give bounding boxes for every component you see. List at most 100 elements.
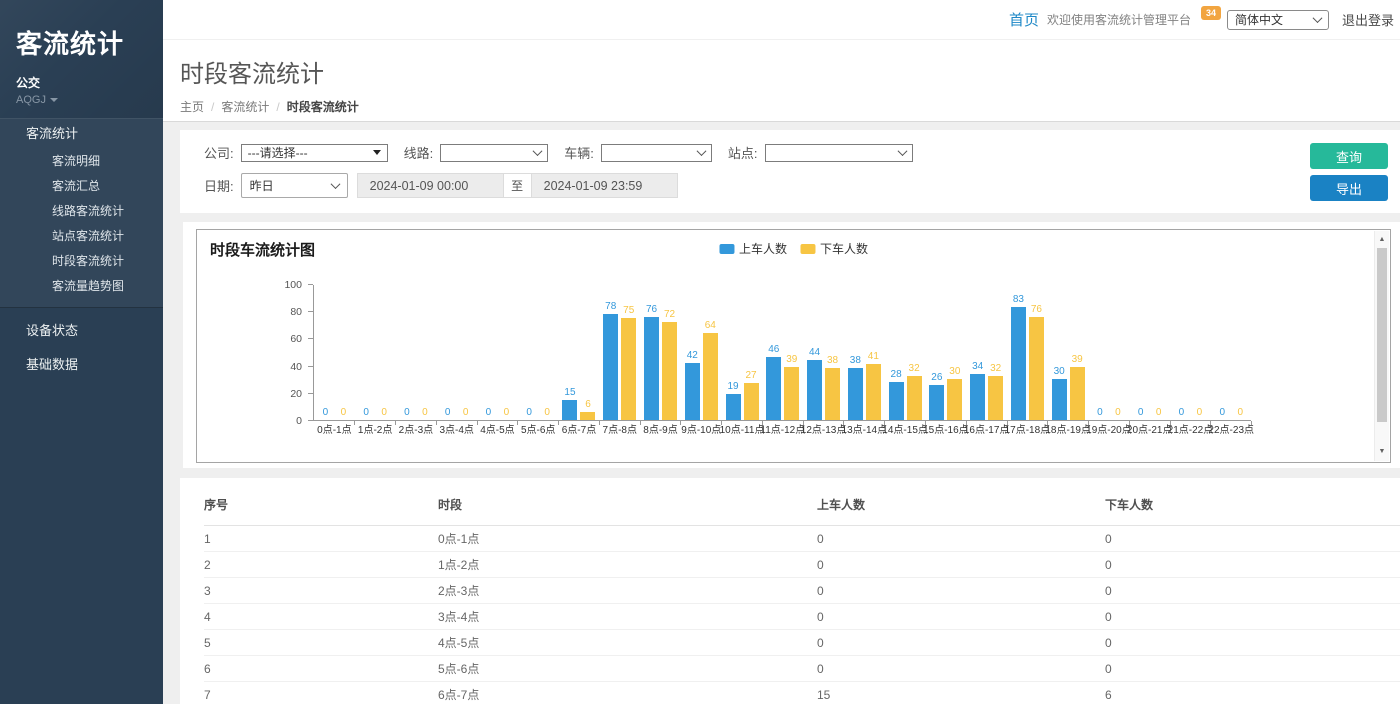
bar-下车人数[interactable]: 64 [703, 333, 718, 420]
scrollbar-up-arrow[interactable]: ▲ [1375, 233, 1389, 247]
bar-group: 002点-3点 [396, 285, 437, 420]
table-cell: 4点-5点 [438, 630, 817, 656]
bar-下车人数[interactable]: 6 [580, 412, 595, 420]
breadcrumb-passenger-stats[interactable]: 客流统计 [221, 98, 269, 115]
bar-上车人数[interactable]: 83 [1011, 307, 1026, 420]
bar-上车人数[interactable]: 28 [889, 382, 904, 420]
chart-y-axis: 020406080100 [197, 285, 313, 421]
col-header-boarding: 上车人数 [817, 494, 1105, 526]
bar-上车人数[interactable]: 19 [726, 394, 741, 420]
vehicle-select[interactable] [601, 144, 712, 162]
bar-group: 263015点-16点 [925, 285, 966, 420]
table-cell: 0点-1点 [438, 526, 817, 552]
scrollbar-down-arrow[interactable]: ▼ [1375, 445, 1389, 459]
sidebar-item-passenger-stats[interactable]: 客流统计 [0, 119, 163, 149]
bar-上车人数[interactable]: 15 [562, 400, 577, 420]
bar-上车人数[interactable]: 38 [848, 368, 863, 420]
bar-下车人数[interactable]: 38 [825, 368, 840, 420]
bar-下车人数[interactable]: 72 [662, 322, 677, 420]
bar-value-label: 0 [544, 407, 550, 418]
org-code-dropdown[interactable]: AQGJ [16, 94, 163, 106]
bar-上车人数[interactable]: 44 [807, 360, 822, 420]
bar-下车人数[interactable]: 30 [947, 379, 962, 420]
bar-下车人数[interactable]: 32 [907, 376, 922, 420]
company-select[interactable]: ---请选择--- [241, 144, 388, 162]
bar-group: 837617点-18点 [1007, 285, 1048, 420]
bar-下车人数[interactable]: 39 [1070, 367, 1085, 420]
bar-下车人数[interactable]: 75 [621, 318, 636, 420]
bar-value-label: 19 [727, 381, 738, 392]
legend-item[interactable]: 上车人数 [719, 240, 787, 257]
x-tick-label: 17点-18点 [1005, 421, 1051, 436]
date-label: 日期: [204, 176, 234, 195]
bar-value-label: 44 [809, 347, 820, 358]
bar-下车人数[interactable]: 39 [784, 367, 799, 420]
table-cell: 0 [817, 578, 1105, 604]
table-cell: 0 [817, 552, 1105, 578]
page-head: 时段客流统计 主页 / 客流统计 / 时段客流统计 [163, 40, 1400, 122]
notification-badge[interactable]: 34 [1201, 6, 1221, 20]
table-row: 43点-4点00 [204, 604, 1400, 630]
date-start-input[interactable]: 2024-01-09 00:00 [357, 173, 504, 198]
filter-row-1: 公司: ---请选择--- 线路: 车辆: 站点: [204, 143, 1400, 162]
bar-value-label: 6 [585, 399, 591, 410]
sidebar-subitem[interactable]: 时段客流统计 [0, 249, 163, 274]
breadcrumb: 主页 / 客流统计 / 时段客流统计 [180, 98, 1400, 115]
bar-下车人数[interactable]: 41 [866, 364, 881, 420]
bar-上车人数[interactable]: 30 [1052, 379, 1067, 420]
table-cell: 0 [817, 604, 1105, 630]
date-preset-select[interactable]: 昨日 [241, 173, 348, 198]
bar-value-label: 0 [1138, 407, 1144, 418]
top-nav: 首页 欢迎使用客流统计管理平台 34 简体中文 退出登录 [163, 0, 1400, 40]
bar-group: 004点-5点 [477, 285, 518, 420]
page-title: 时段客流统计 [180, 54, 1400, 89]
bar-上车人数[interactable]: 46 [766, 357, 781, 420]
chart-panel: 时段车流统计图 上车人数下车人数 020406080100 000点-1点001… [183, 222, 1400, 468]
x-tick-label: 15点-16点 [923, 421, 969, 436]
caret-down-icon [50, 98, 58, 102]
bar-下车人数[interactable]: 32 [988, 376, 1003, 420]
org-name: 公交 [16, 74, 163, 91]
sidebar-item-device-status[interactable]: 设备状态 [0, 314, 163, 348]
breadcrumb-current: 时段客流统计 [287, 98, 359, 115]
sidebar-subitem[interactable]: 线路客流统计 [0, 199, 163, 224]
chart-plot-area: 000点-1点001点-2点002点-3点003点-4点004点-5点005点-… [313, 285, 1251, 421]
bar-上车人数[interactable]: 26 [929, 385, 944, 420]
bar-下车人数[interactable]: 27 [744, 383, 759, 420]
table-cell: 0 [1105, 578, 1400, 604]
sidebar-subitem[interactable]: 站点客流统计 [0, 224, 163, 249]
chevron-down-icon [330, 179, 340, 189]
station-select[interactable] [765, 144, 913, 162]
triangle-down-icon [373, 150, 381, 155]
chevron-down-icon [533, 146, 543, 156]
sidebar-subitem[interactable]: 客流明细 [0, 149, 163, 174]
sidebar-subitem[interactable]: 客流量趋势图 [0, 274, 163, 299]
date-end-input[interactable]: 2024-01-09 23:59 [531, 173, 678, 198]
bar-上车人数[interactable]: 34 [970, 374, 985, 420]
logout-link[interactable]: 退出登录 [1342, 10, 1394, 29]
export-button[interactable]: 导出 [1310, 175, 1388, 201]
language-select[interactable]: 简体中文 [1227, 10, 1329, 30]
sidebar-subitem[interactable]: 客流汇总 [0, 174, 163, 199]
x-tick-label: 21点-22点 [1168, 421, 1214, 436]
bar-group: 0021点-22点 [1170, 285, 1211, 420]
bar-group: 42649点-10点 [681, 285, 722, 420]
query-button[interactable]: 查询 [1310, 143, 1388, 169]
legend-item[interactable]: 下车人数 [800, 240, 868, 257]
bar-上车人数[interactable]: 42 [685, 363, 700, 420]
bar-value-label: 30 [1054, 366, 1065, 377]
breadcrumb-home[interactable]: 主页 [180, 98, 204, 115]
chart-scrollbar[interactable]: ▲ ▼ [1374, 231, 1389, 461]
bar-上车人数[interactable]: 78 [603, 314, 618, 420]
bar-value-label: 72 [664, 309, 675, 320]
bar-value-label: 27 [745, 370, 756, 381]
sidebar-item-base-data[interactable]: 基础数据 [0, 348, 163, 382]
table-cell: 15 [817, 682, 1105, 704]
nav-home-link[interactable]: 首页 [1009, 9, 1039, 30]
bar-上车人数[interactable]: 76 [644, 317, 659, 420]
bar-下车人数[interactable]: 76 [1029, 317, 1044, 420]
line-select[interactable] [440, 144, 548, 162]
col-header-index: 序号 [204, 494, 438, 526]
bar-value-label: 39 [786, 354, 797, 365]
scrollbar-thumb[interactable] [1377, 248, 1387, 422]
